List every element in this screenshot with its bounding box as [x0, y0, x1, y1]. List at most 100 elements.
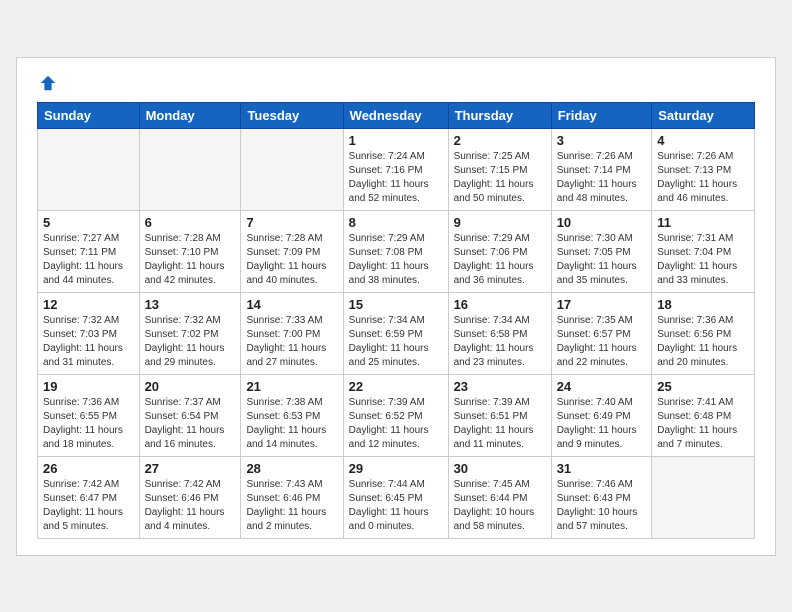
day-number: 12 — [43, 297, 134, 312]
calendar-cell: 11Sunrise: 7:31 AM Sunset: 7:04 PM Dayli… — [652, 210, 755, 292]
day-info: Sunrise: 7:32 AM Sunset: 7:02 PM Dayligh… — [145, 314, 236, 370]
day-number: 16 — [454, 297, 546, 312]
day-number: 27 — [145, 461, 236, 476]
calendar-cell: 15 Sunrise: 7:34 AM Sunset: 6:59 PM Dayli… — [343, 292, 448, 374]
day-number: 7 — [246, 215, 337, 230]
day-number: 29 — [349, 461, 443, 476]
calendar-cell: 5 Sunrise: 7:27 AM Sunset: 7:11 PM Daylig… — [38, 210, 140, 292]
logo — [37, 74, 57, 92]
calendar-cell: 26Sunrise: 7:42 AM Sunset: 6:47 PM Dayli… — [38, 456, 140, 538]
calendar-cell: 19 Sunrise: 7:36 AM Sunset: 6:55 PM Dayli… — [38, 374, 140, 456]
day-info: Sunrise: 7:29 AM Sunset: 7:08 PM Dayligh… — [349, 232, 443, 288]
day-number: 30 — [454, 461, 546, 476]
weekday-header-wednesday: Wednesday — [343, 102, 448, 128]
calendar-container: SundayMondayTuesdayWednesdayThursdayFrid… — [16, 57, 776, 556]
day-number: 24 — [557, 379, 647, 394]
calendar-cell: 23 Sunrise: 7:39 AM Sunset: 6:51 PM Dayli… — [448, 374, 551, 456]
day-info: Sunrise: 7:37 AM Sunset: 6:54 PM Dayligh… — [145, 396, 236, 452]
calendar-cell: 6 Sunrise: 7:28 AM Sunset: 7:10 PM Daylig… — [139, 210, 241, 292]
day-info: Sunrise: 7:43 AM Sunset: 6:46 PM Dayligh… — [246, 478, 337, 534]
week-row-5: 26Sunrise: 7:42 AM Sunset: 6:47 PM Dayli… — [38, 456, 755, 538]
day-number: 23 — [454, 379, 546, 394]
calendar-cell: 3Sunrise: 7:26 AM Sunset: 7:14 PM Daylig… — [551, 128, 652, 210]
week-row-3: 12 Sunrise: 7:32 AM Sunset: 7:03 PM Dayli… — [38, 292, 755, 374]
calendar-cell: 12 Sunrise: 7:32 AM Sunset: 7:03 PM Dayli… — [38, 292, 140, 374]
calendar-cell: 16 Sunrise: 7:34 AM Sunset: 6:58 PM Dayli… — [448, 292, 551, 374]
day-info: Sunrise: 7:30 AM Sunset: 7:05 PM Dayligh… — [557, 232, 647, 288]
calendar-cell: 28 Sunrise: 7:43 AM Sunset: 6:46 PM Dayli… — [241, 456, 343, 538]
calendar-cell: 25Sunrise: 7:41 AM Sunset: 6:48 PM Dayli… — [652, 374, 755, 456]
calendar-cell: 31Sunrise: 7:46 AM Sunset: 6:43 PM Dayli… — [551, 456, 652, 538]
day-info: Sunrise: 7:38 AM Sunset: 6:53 PM Dayligh… — [246, 396, 337, 452]
weekday-header-tuesday: Tuesday — [241, 102, 343, 128]
weekday-header-thursday: Thursday — [448, 102, 551, 128]
day-number: 19 — [43, 379, 134, 394]
calendar-cell: 8 Sunrise: 7:29 AM Sunset: 7:08 PM Daylig… — [343, 210, 448, 292]
day-number: 1 — [349, 133, 443, 148]
calendar-cell: 24 Sunrise: 7:40 AM Sunset: 6:49 PM Dayli… — [551, 374, 652, 456]
calendar-table: SundayMondayTuesdayWednesdayThursdayFrid… — [37, 102, 755, 539]
calendar-cell: 29Sunrise: 7:44 AM Sunset: 6:45 PM Dayli… — [343, 456, 448, 538]
week-row-1: 1 Sunrise: 7:24 AM Sunset: 7:16 PM Daylig… — [38, 128, 755, 210]
day-info: Sunrise: 7:29 AM Sunset: 7:06 PM Dayligh… — [454, 232, 546, 288]
day-info: Sunrise: 7:24 AM Sunset: 7:16 PM Dayligh… — [349, 150, 443, 206]
weekday-header-friday: Friday — [551, 102, 652, 128]
day-info: Sunrise: 7:35 AM Sunset: 6:57 PM Dayligh… — [557, 314, 647, 370]
day-number: 5 — [43, 215, 134, 230]
day-number: 22 — [349, 379, 443, 394]
calendar-cell: 18 Sunrise: 7:36 AM Sunset: 6:56 PM Dayli… — [652, 292, 755, 374]
calendar-cell: 7 Sunrise: 7:28 AM Sunset: 7:09 PM Daylig… — [241, 210, 343, 292]
day-info: Sunrise: 7:33 AM Sunset: 7:00 PM Dayligh… — [246, 314, 337, 370]
day-number: 8 — [349, 215, 443, 230]
day-number: 17 — [557, 297, 647, 312]
calendar-cell: 27 Sunrise: 7:42 AM Sunset: 6:46 PM Dayli… — [139, 456, 241, 538]
calendar-cell — [652, 456, 755, 538]
day-number: 11 — [657, 215, 749, 230]
day-info: Sunrise: 7:45 AM Sunset: 6:44 PM Dayligh… — [454, 478, 546, 534]
calendar-cell: 22Sunrise: 7:39 AM Sunset: 6:52 PM Dayli… — [343, 374, 448, 456]
weekday-header-monday: Monday — [139, 102, 241, 128]
calendar-cell: 30 Sunrise: 7:45 AM Sunset: 6:44 PM Dayli… — [448, 456, 551, 538]
day-info: Sunrise: 7:42 AM Sunset: 6:46 PM Dayligh… — [145, 478, 236, 534]
day-number: 26 — [43, 461, 134, 476]
day-info: Sunrise: 7:34 AM Sunset: 6:59 PM Dayligh… — [349, 314, 443, 370]
day-number: 15 — [349, 297, 443, 312]
day-info: Sunrise: 7:40 AM Sunset: 6:49 PM Dayligh… — [557, 396, 647, 452]
day-number: 3 — [557, 133, 647, 148]
day-info: Sunrise: 7:28 AM Sunset: 7:09 PM Dayligh… — [246, 232, 337, 288]
calendar-cell: 10 Sunrise: 7:30 AM Sunset: 7:05 PM Dayli… — [551, 210, 652, 292]
day-number: 6 — [145, 215, 236, 230]
day-info: Sunrise: 7:41 AM Sunset: 6:48 PM Dayligh… — [657, 396, 749, 452]
calendar-header — [37, 74, 755, 92]
day-info: Sunrise: 7:36 AM Sunset: 6:56 PM Dayligh… — [657, 314, 749, 370]
day-number: 9 — [454, 215, 546, 230]
calendar-cell: 20Sunrise: 7:37 AM Sunset: 6:54 PM Dayli… — [139, 374, 241, 456]
day-number: 13 — [145, 297, 236, 312]
day-info: Sunrise: 7:34 AM Sunset: 6:58 PM Dayligh… — [454, 314, 546, 370]
day-number: 21 — [246, 379, 337, 394]
calendar-cell: 9 Sunrise: 7:29 AM Sunset: 7:06 PM Daylig… — [448, 210, 551, 292]
day-info: Sunrise: 7:28 AM Sunset: 7:10 PM Dayligh… — [145, 232, 236, 288]
calendar-cell: 13 Sunrise: 7:32 AM Sunset: 7:02 PM Dayli… — [139, 292, 241, 374]
calendar-cell: 17 Sunrise: 7:35 AM Sunset: 6:57 PM Dayli… — [551, 292, 652, 374]
day-info: Sunrise: 7:26 AM Sunset: 7:13 PM Dayligh… — [657, 150, 749, 206]
calendar-cell — [38, 128, 140, 210]
weekday-header-sunday: Sunday — [38, 102, 140, 128]
day-info: Sunrise: 7:39 AM Sunset: 6:51 PM Dayligh… — [454, 396, 546, 452]
day-info: Sunrise: 7:36 AM Sunset: 6:55 PM Dayligh… — [43, 396, 134, 452]
day-info: Sunrise: 7:32 AM Sunset: 7:03 PM Dayligh… — [43, 314, 134, 370]
weekday-header-saturday: Saturday — [652, 102, 755, 128]
calendar-cell — [139, 128, 241, 210]
day-number: 31 — [557, 461, 647, 476]
day-info: Sunrise: 7:27 AM Sunset: 7:11 PM Dayligh… — [43, 232, 134, 288]
day-number: 28 — [246, 461, 337, 476]
day-number: 10 — [557, 215, 647, 230]
weekday-header-row: SundayMondayTuesdayWednesdayThursdayFrid… — [38, 102, 755, 128]
calendar-cell: 21 Sunrise: 7:38 AM Sunset: 6:53 PM Dayli… — [241, 374, 343, 456]
day-number: 2 — [454, 133, 546, 148]
day-number: 18 — [657, 297, 749, 312]
week-row-4: 19 Sunrise: 7:36 AM Sunset: 6:55 PM Dayli… — [38, 374, 755, 456]
day-number: 14 — [246, 297, 337, 312]
calendar-cell: 14 Sunrise: 7:33 AM Sunset: 7:00 PM Dayli… — [241, 292, 343, 374]
day-number: 4 — [657, 133, 749, 148]
